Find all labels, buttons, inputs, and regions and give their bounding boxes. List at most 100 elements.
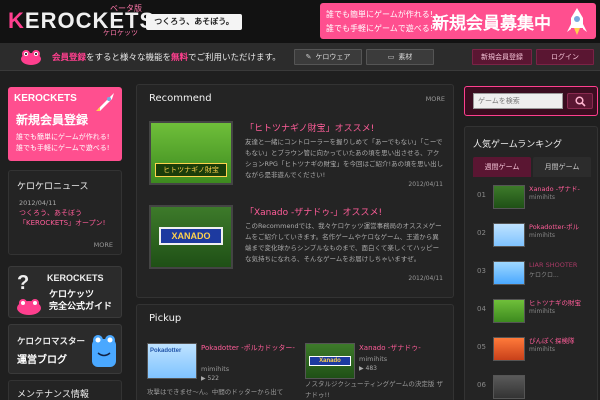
notice-text: をすると様々な機能を — [86, 53, 172, 63]
pickup-item-desc: ノスタルジクシューティングゲームの決定版 ザナドゥ!! — [305, 380, 443, 399]
logo-kana: ケロケッツ — [103, 29, 138, 37]
frog-mascot-icon — [92, 335, 116, 367]
frog-icon — [17, 299, 41, 315]
pickup-item-author[interactable]: mimihits — [359, 355, 387, 363]
recommend-item-date: 2012/04/11 — [408, 275, 443, 282]
rank-title[interactable]: Pokadotter-ポル — [529, 223, 579, 232]
maintenance-panel: メンテナンス情報 — [8, 380, 122, 400]
recommend-thumbnail[interactable]: ヒトツナギノ財宝 — [149, 121, 233, 185]
pickup-item-title[interactable]: Pokadotter -ポルカドッター- — [201, 343, 301, 353]
news-more-link[interactable]: MORE — [94, 241, 113, 249]
register-button[interactable]: 新規会員登録 — [472, 49, 532, 65]
rank-number: 06 — [477, 381, 486, 389]
recommend-more-link[interactable]: MORE — [426, 95, 445, 103]
rank-thumbnail[interactable] — [493, 261, 525, 285]
pickup-title: Pickup — [149, 313, 182, 324]
rank-thumbnail[interactable] — [493, 299, 525, 323]
play-count: 483 — [365, 365, 377, 372]
rank-thumbnail[interactable] — [493, 185, 525, 209]
recommend-title: Recommend — [149, 93, 212, 104]
blog-line-2: 運営ブログ — [17, 355, 67, 366]
kerowear-button[interactable]: ✎ ケロウェア — [294, 49, 362, 65]
kerowear-label: ケロウェア — [315, 53, 351, 61]
search-input[interactable] — [473, 93, 563, 109]
logo-letter: K — [8, 8, 25, 33]
rank-author: mimihits — [529, 346, 555, 353]
play-count: 522 — [207, 375, 219, 382]
navbar: 会員登録をすると様々な機能を無料でご利用いただけます。 ✎ ケロウェア ▭ 素材 新… — [0, 43, 600, 71]
pickup-item-desc: 攻撃はできませ〜ん。中間のドッターから出てくるこの・・・ — [147, 388, 284, 400]
thumb-caption: Pokadotter — [150, 348, 182, 354]
banner-line-1: 誰でも簡単にゲームが作れる! — [326, 10, 433, 19]
side-banner-brand: KEROCKETS — [14, 93, 77, 104]
ranking-title: 人気ゲームランキング — [473, 140, 563, 150]
header: KEROCKETS ベータ版 ケロケッツ つくろう、あそぼう。 誰でも簡単にゲー… — [0, 0, 600, 43]
rocket-icon — [567, 8, 587, 35]
side-banner-line-1: 誰でも簡単にゲームが作れる! — [16, 133, 110, 141]
side-banner-line-2: 誰でも手軽にゲームで遊べる! — [16, 144, 110, 152]
ranking-row[interactable]: 03 LIAR SHOOTER ケロクロ... — [473, 259, 593, 287]
ranking-row[interactable]: 04 ヒトツナギの財宝 mimihits — [473, 297, 593, 325]
guide-brand: KEROCKETS — [47, 273, 104, 283]
material-button[interactable]: ▭ 素材 — [366, 49, 434, 65]
pickup-item-count: ▶ 522 — [201, 375, 219, 382]
rocket-icon — [96, 93, 114, 111]
ranking-row[interactable]: 01 Xanado -ザナド- mimihits — [473, 183, 593, 211]
guide-line-2: 完全公式ガイド — [49, 302, 113, 312]
rank-author: mimihits — [529, 232, 555, 239]
search-icon — [575, 96, 586, 107]
ranking-row[interactable]: 02 Pokadotter-ポル mimihits — [473, 221, 593, 249]
rank-title[interactable]: ヒトツナギの財宝 — [529, 299, 581, 308]
maintenance-title: メンテナンス情報 — [17, 390, 89, 400]
pickup-panel: Pickup Pokadotter Pokadotter -ポルカドッター- m… — [136, 304, 454, 400]
side-banner-title: 新規会員登録 — [16, 113, 89, 127]
ranking-panel: 人気ゲームランキング 週間ゲーム 月間ゲーム 01 Xanado -ザナド- m… — [464, 126, 598, 400]
rank-number: 03 — [477, 267, 486, 275]
search-button[interactable] — [567, 93, 593, 109]
signup-banner[interactable]: 誰でも簡単にゲームが作れる! 誰でも手軽にゲームで遊べる! 新規会員募集中 — [320, 3, 596, 39]
notice-register-link[interactable]: 会員登録 — [52, 53, 86, 63]
rank-author: ケロクロ... — [529, 272, 559, 279]
register-label: 新規会員登録 — [481, 53, 523, 61]
staff-blog-banner[interactable]: ケロクロマスター 運営ブログ — [8, 324, 122, 374]
rank-thumbnail[interactable] — [493, 375, 525, 399]
tab-monthly[interactable]: 月間ゲーム — [533, 157, 591, 177]
tab-weekly[interactable]: 週間ゲーム — [473, 157, 531, 177]
pickup-item-title[interactable]: Xanado -ザナドゥ- — [359, 343, 459, 353]
recommend-item-title[interactable]: 「ヒトツナギノ財宝」オススメ! — [245, 121, 374, 134]
rank-author: mimihits — [529, 308, 555, 315]
ranking-row[interactable]: 05 ぴんぽく探検隊 mimihits — [473, 335, 593, 363]
beta-label: ベータ版 — [110, 4, 142, 13]
pickup-thumbnail[interactable]: Xanado — [305, 343, 355, 379]
recommend-item-desc: このRecommendでは、我々ケロケッツ運営事務局のオススメゲームをご紹介して… — [245, 222, 442, 263]
rank-number: 04 — [477, 305, 486, 313]
thumb-caption: ヒトツナギノ財宝 — [155, 163, 227, 177]
pickup-thumbnail[interactable]: Pokadotter — [147, 343, 197, 379]
recommend-item-title[interactable]: 「Xanado -ザナドゥ-」オススメ! — [245, 205, 382, 218]
recommend-thumbnail[interactable]: XANADO — [149, 205, 233, 269]
news-title: ケロケロニュース — [17, 182, 89, 192]
pickup-item-author[interactable]: mimihits — [201, 365, 229, 373]
recommend-panel: Recommend MORE ヒトツナギノ財宝 「ヒトツナギノ財宝」オススメ! … — [136, 84, 454, 298]
rank-title[interactable]: Xanado -ザナド- — [529, 185, 580, 194]
login-button[interactable]: ログイン — [536, 49, 594, 65]
rank-title[interactable]: ぴんぽく探検隊 — [529, 337, 575, 346]
rank-title[interactable]: LIAR SHOOTER — [529, 261, 577, 270]
notice-text-end: でご利用いただけます。 — [188, 53, 281, 63]
ranking-row[interactable]: 06 — [473, 373, 593, 400]
pencil-icon: ✎ — [305, 53, 312, 61]
question-icon: ? — [17, 272, 30, 294]
news-link-2[interactable]: 「KEROCKETS」オープン! — [19, 218, 105, 228]
news-date: 2012/04/11 — [19, 199, 57, 207]
side-signup-banner[interactable]: KEROCKETS 新規会員登録 誰でも簡単にゲームが作れる! 誰でも手軽にゲー… — [8, 87, 122, 161]
material-label: 素材 — [398, 53, 413, 61]
news-link[interactable]: つくろう、あそぼう — [19, 208, 82, 218]
rank-thumbnail[interactable] — [493, 223, 525, 247]
blog-line-1: ケロクロマスター — [17, 337, 86, 347]
official-guide-banner[interactable]: ? KEROCKETS ケロケッツ 完全公式ガイド — [8, 266, 122, 318]
search-panel — [464, 86, 598, 116]
tagline: つくろう、あそぼう。 — [146, 14, 242, 30]
rank-number: 02 — [477, 229, 486, 237]
notice-free: 無料 — [171, 53, 189, 63]
rank-thumbnail[interactable] — [493, 337, 525, 361]
